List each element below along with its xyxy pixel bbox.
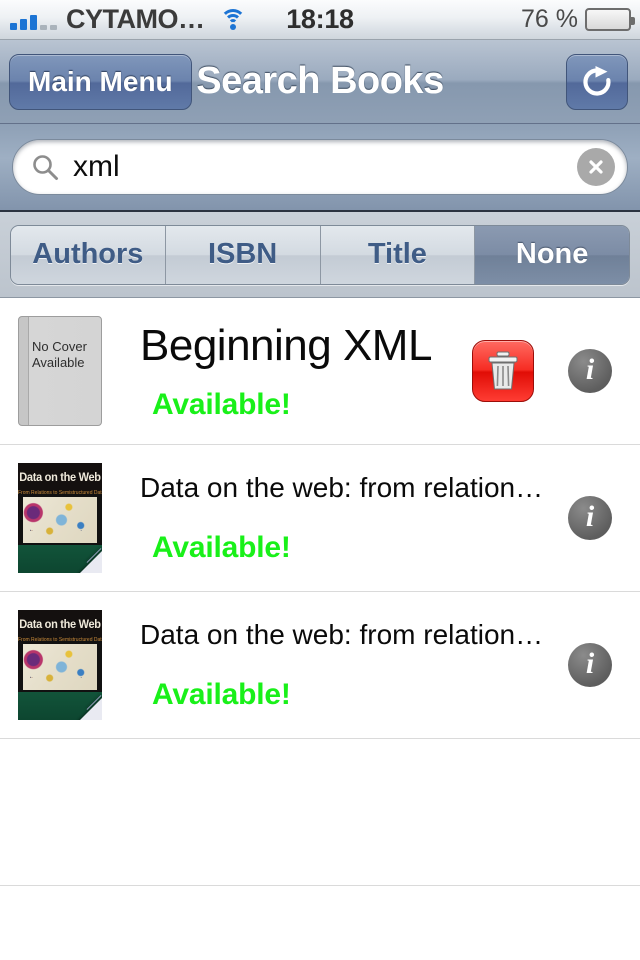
cover-subtitle: From Relations to Semistructured Data an… bbox=[18, 490, 102, 496]
book-title: Data on the web: from relations to semis… bbox=[140, 473, 550, 503]
navigation-bar: Main Menu Search Books bbox=[0, 40, 640, 124]
app-screen: CYTAMO… 18:18 76 % Main Menu Search Book… bbox=[0, 0, 640, 960]
info-icon: i bbox=[585, 500, 595, 533]
segment-title[interactable]: Title bbox=[320, 225, 476, 284]
book-cover-image: Data on the Web From Relations to Semist… bbox=[18, 610, 102, 720]
no-cover-icon: No Cover Available bbox=[18, 316, 102, 426]
status-bar: CYTAMO… 18:18 76 % bbox=[0, 0, 640, 40]
back-button-main-menu[interactable]: Main Menu bbox=[9, 53, 192, 110]
cover-artwork bbox=[23, 497, 97, 543]
cover-title: Data on the Web bbox=[19, 471, 101, 485]
table-row[interactable]: Data on the Web From Relations to Semist… bbox=[0, 592, 640, 739]
refresh-button[interactable] bbox=[566, 53, 628, 110]
table-row-empty bbox=[0, 739, 640, 886]
delete-button[interactable] bbox=[472, 340, 534, 402]
results-list: No Cover Available Beginning XML Availab… bbox=[0, 298, 640, 960]
clear-search-button[interactable] bbox=[577, 148, 615, 186]
table-row-empty bbox=[0, 886, 640, 960]
segment-isbn[interactable]: ISBN bbox=[165, 225, 321, 284]
segmented-control[interactable]: Authors ISBN Title None bbox=[10, 224, 630, 285]
book-title: Data on the web: from relations to semis… bbox=[140, 620, 550, 650]
page-curl-icon bbox=[78, 549, 102, 573]
status-bar-clock: 18:18 bbox=[286, 4, 354, 34]
status-badge: Available! bbox=[152, 388, 291, 421]
search-icon bbox=[33, 155, 58, 180]
info-button[interactable]: i bbox=[568, 496, 612, 540]
book-cover: Data on the Web From Relations to Semist… bbox=[18, 463, 102, 573]
page-curl-icon bbox=[78, 696, 102, 720]
book-cover-placeholder: No Cover Available bbox=[18, 316, 102, 426]
book-spine bbox=[28, 317, 29, 425]
status-badge: Available! bbox=[152, 678, 291, 711]
scope-bar: Authors ISBN Title None bbox=[0, 212, 640, 298]
cover-title: Data on the Web bbox=[19, 618, 101, 632]
no-cover-text: No Cover Available bbox=[32, 339, 98, 372]
search-input[interactable]: xml bbox=[73, 152, 577, 182]
trash-icon bbox=[488, 351, 518, 390]
no-cover-line-2: Available bbox=[32, 355, 85, 371]
cover-title-band: Data on the Web bbox=[18, 610, 102, 640]
cover-subtitle: From Relations to Semistructured Data an… bbox=[18, 637, 102, 643]
battery-icon bbox=[585, 8, 635, 31]
book-cover-image: Data on the Web From Relations to Semist… bbox=[18, 463, 102, 573]
segment-authors[interactable]: Authors bbox=[11, 225, 166, 284]
info-icon: i bbox=[585, 647, 595, 680]
table-row[interactable]: Data on the Web From Relations to Semist… bbox=[0, 445, 640, 592]
no-cover-line-1: No Cover bbox=[32, 339, 87, 354]
status-badge: Available! bbox=[152, 531, 291, 564]
cover-title-band: Data on the Web bbox=[18, 463, 102, 493]
search-field[interactable]: xml bbox=[12, 139, 628, 195]
refresh-icon bbox=[583, 65, 611, 96]
search-bar: xml bbox=[0, 124, 640, 212]
info-button[interactable]: i bbox=[568, 349, 612, 393]
segment-none[interactable]: None bbox=[475, 225, 629, 284]
info-button[interactable]: i bbox=[568, 643, 612, 687]
cover-artwork bbox=[23, 644, 97, 690]
book-cover: Data on the Web From Relations to Semist… bbox=[18, 610, 102, 720]
info-icon: i bbox=[585, 353, 595, 386]
table-row[interactable]: No Cover Available Beginning XML Availab… bbox=[0, 298, 640, 445]
clear-icon bbox=[589, 160, 603, 174]
